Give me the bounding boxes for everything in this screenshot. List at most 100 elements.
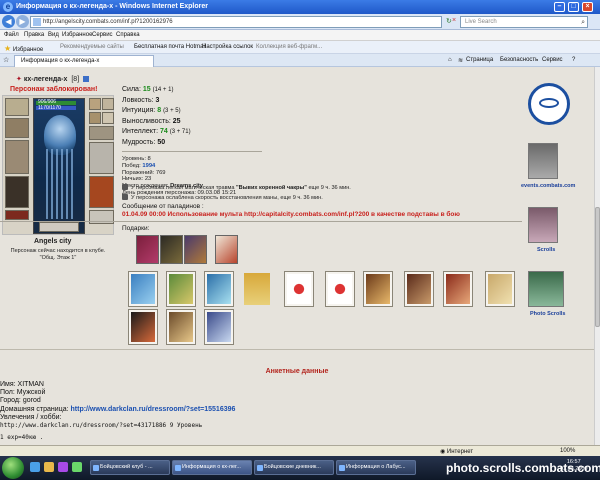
- profile-homepage: Домашняя страница: http://www.darkclan.r…: [0, 405, 236, 413]
- taskbar-button[interactable]: Бойцовские дневник...: [254, 460, 334, 475]
- menu-help[interactable]: Справка: [116, 32, 140, 38]
- gift-card[interactable]: [485, 271, 515, 307]
- gift-item[interactable]: [184, 235, 207, 264]
- gift-card[interactable]: [242, 271, 272, 307]
- events-logo-icon[interactable]: [528, 83, 570, 125]
- armor-slot[interactable]: [5, 176, 29, 208]
- back-button[interactable]: ◀: [2, 15, 15, 28]
- gift-card[interactable]: [404, 271, 434, 307]
- help-icon[interactable]: ?: [572, 57, 575, 63]
- favorites-button[interactable]: ★ Избранное: [4, 44, 43, 53]
- ring-slot-3[interactable]: [89, 112, 101, 124]
- photo-scrolls-link[interactable]: Photo Scrolls: [530, 311, 565, 317]
- taskbar-button[interactable]: Информация о Лабус...: [336, 460, 416, 475]
- bracers-slot[interactable]: [5, 118, 29, 138]
- gift-card[interactable]: [325, 271, 355, 307]
- gift-card[interactable]: [204, 309, 234, 345]
- scrollbar-thumb[interactable]: [595, 207, 600, 327]
- favorites-star-icon[interactable]: ☆: [3, 56, 9, 64]
- address-bar[interactable]: http://angelscity.combats.com/inf.pl?120…: [30, 16, 442, 28]
- profile-city: Город: gorod: [0, 397, 41, 405]
- photo-scrolls-icon[interactable]: [528, 271, 564, 307]
- vertical-scrollbar[interactable]: [594, 67, 600, 445]
- ring-slot-4[interactable]: [102, 112, 114, 124]
- explorer-quicklaunch-icon[interactable]: [44, 462, 54, 472]
- gift-item[interactable]: [160, 235, 183, 264]
- leggings-slot[interactable]: [89, 176, 114, 208]
- gift-card[interactable]: [128, 271, 158, 307]
- info-icon[interactable]: [83, 76, 90, 82]
- tab-active[interactable]: Информация о кх-легенда-х: [14, 55, 154, 67]
- zoom-level[interactable]: 100%: [560, 448, 575, 454]
- stats-block: Сила: 15 (14 + 1) Ловкость: 3 Интуиция: …: [122, 85, 191, 148]
- page-icon: [33, 18, 41, 26]
- close-button[interactable]: ×: [582, 2, 593, 12]
- divider: [0, 349, 594, 350]
- maximize-button[interactable]: □: [568, 2, 579, 12]
- events-link[interactable]: events.combats.com: [521, 183, 575, 189]
- star-icon: ★: [4, 44, 12, 53]
- taskbar-button[interactable]: Информация о кх-лег...: [172, 460, 252, 475]
- scrolls-banner-icon[interactable]: [528, 207, 558, 243]
- ie-quicklaunch-icon[interactable]: [30, 462, 40, 472]
- scrolls-link[interactable]: Scrolls: [537, 247, 555, 253]
- ring-slot-1[interactable]: [89, 98, 101, 110]
- fav-hotmail[interactable]: Бесплатная почта Hotmail: [134, 44, 206, 50]
- offhand-slot[interactable]: [89, 142, 114, 174]
- mana-debuff-icon: [122, 194, 128, 200]
- taskbar-button[interactable]: Бойцовский клуб - ...: [90, 460, 170, 475]
- fav-suggested-sites[interactable]: Рекомендуемые сайты: [60, 44, 124, 50]
- media-quicklaunch-icon[interactable]: [58, 462, 68, 472]
- profile-gender: Пол: Мужской: [0, 389, 46, 397]
- gift-item[interactable]: [136, 235, 159, 264]
- character-name[interactable]: ✦ кх-легенда-х [8]: [16, 75, 90, 83]
- weapon-slot[interactable]: [5, 140, 29, 174]
- window-titlebar[interactable]: e Информация о кх-легенда-х - Windows In…: [0, 0, 600, 14]
- stop-icon[interactable]: ×: [452, 17, 456, 24]
- effect-trauma: У персонажа легкая магическая травма "Вы…: [122, 184, 351, 191]
- tool-page[interactable]: Страница: [466, 57, 493, 63]
- ring-slot-2[interactable]: [102, 98, 114, 110]
- menu-tools[interactable]: Сервис: [92, 32, 113, 38]
- start-button[interactable]: [2, 457, 24, 479]
- record-losses: Поражений: 769: [122, 169, 166, 176]
- refresh-icon[interactable]: ↻: [446, 17, 452, 25]
- gloves-slot[interactable]: [89, 126, 114, 140]
- blocked-notice: Персонаж заблокирован!: [10, 86, 98, 93]
- gift-card[interactable]: [204, 271, 234, 307]
- menu-file[interactable]: Файл: [4, 32, 19, 38]
- homepage-link[interactable]: http://www.darkclan.ru/dressroom/?set=15…: [71, 406, 236, 413]
- gift-item[interactable]: [215, 235, 238, 264]
- home-icon[interactable]: ⌂: [448, 57, 452, 63]
- gift-card[interactable]: [166, 271, 196, 307]
- gift-card[interactable]: [128, 309, 158, 345]
- belt-slot[interactable]: [5, 210, 29, 220]
- helmet-slot[interactable]: [5, 98, 29, 116]
- fav-customize-links[interactable]: Настройка ссылок: [202, 44, 253, 50]
- menu-favorites[interactable]: Избранное: [62, 32, 92, 38]
- gift-card[interactable]: [284, 271, 314, 307]
- gift-card[interactable]: [363, 271, 393, 307]
- stat-intellect: Интеллект: 74 (3 + 71): [122, 128, 191, 135]
- fav-web-slice-gallery[interactable]: Коллекция веб-фрагм...: [256, 44, 322, 50]
- guild-name: Angels city: [34, 238, 72, 245]
- forward-button[interactable]: ▶: [16, 15, 29, 28]
- desktop-quicklaunch-icon[interactable]: [72, 462, 82, 472]
- browser-window: e Информация о кх-легенда-х - Windows In…: [0, 0, 600, 480]
- tool-safety[interactable]: Безопасность: [500, 57, 538, 63]
- sword-icon: ✦: [16, 76, 22, 83]
- feeds-icon[interactable]: ≋: [458, 57, 463, 64]
- menu-view[interactable]: Вид: [48, 32, 59, 38]
- record-draws: Ничьих: 23: [122, 176, 152, 183]
- events-banner-icon[interactable]: [528, 143, 558, 179]
- gift-card[interactable]: [443, 271, 473, 307]
- search-icon[interactable]: ⌕: [581, 18, 585, 28]
- menu-edit[interactable]: Правка: [24, 32, 44, 38]
- gift-card[interactable]: [166, 309, 196, 345]
- search-input[interactable]: Live Search ⌕: [460, 16, 588, 28]
- tool-tools[interactable]: Сервис: [542, 57, 563, 63]
- stat-wisdom: Мудрость: 50: [122, 138, 166, 146]
- profile-hobby-line: http://www.darkclan.ru/dressroom/?set=43…: [0, 422, 203, 430]
- minimize-button[interactable]: –: [554, 2, 565, 12]
- status-bar: ◉ Интернет 100%: [0, 445, 600, 456]
